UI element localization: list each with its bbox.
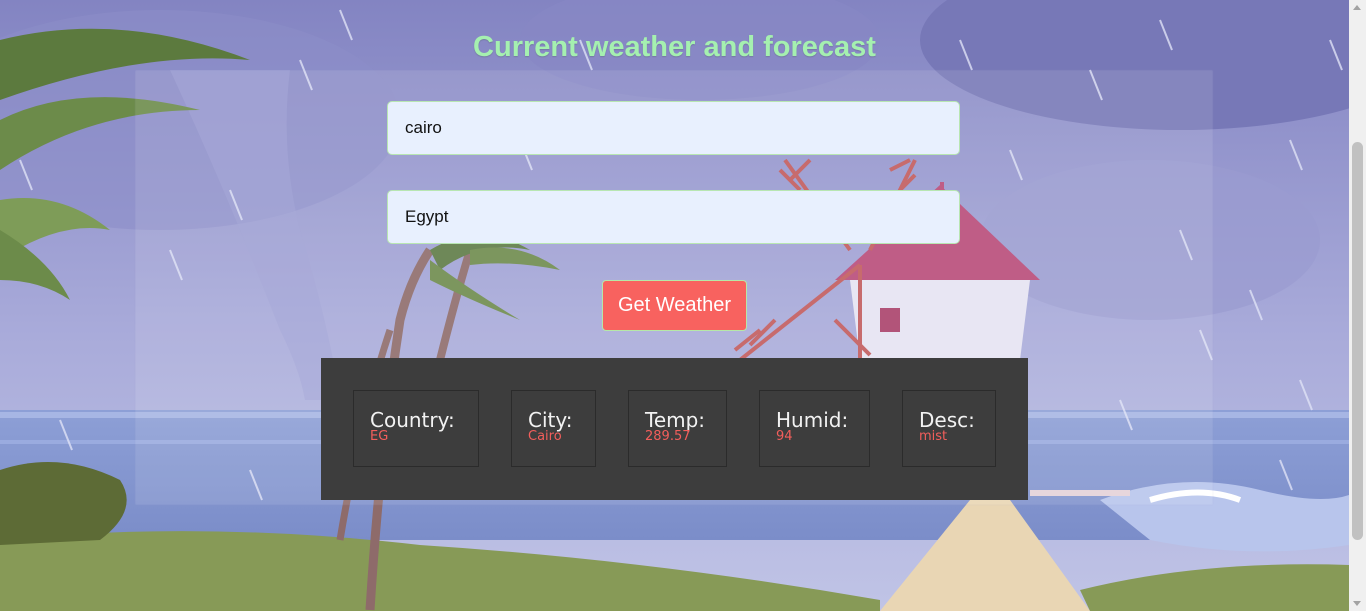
get-weather-button[interactable]: Get Weather [602,280,747,331]
result-humidity: Humid: 94 [759,390,870,467]
weather-results-panel: Country: EG City: Cairo Temp: 289.57 Hum… [321,358,1028,500]
result-temp: Temp: 289.57 [628,390,727,467]
page-scrollbar[interactable] [1349,0,1366,611]
scroll-up-icon[interactable] [1353,5,1361,10]
result-value: 289.57 [645,429,691,444]
country-input[interactable] [387,190,960,244]
page-title: Current weather and forecast [473,31,876,64]
result-city: City: Cairo [511,390,596,467]
result-value: Cairo [528,429,562,444]
result-description: Desc: mist [902,390,996,467]
result-country: Country: EG [353,390,479,467]
city-input[interactable] [387,101,960,155]
scroll-down-icon[interactable] [1353,601,1361,606]
scrollbar-thumb[interactable] [1352,142,1363,540]
